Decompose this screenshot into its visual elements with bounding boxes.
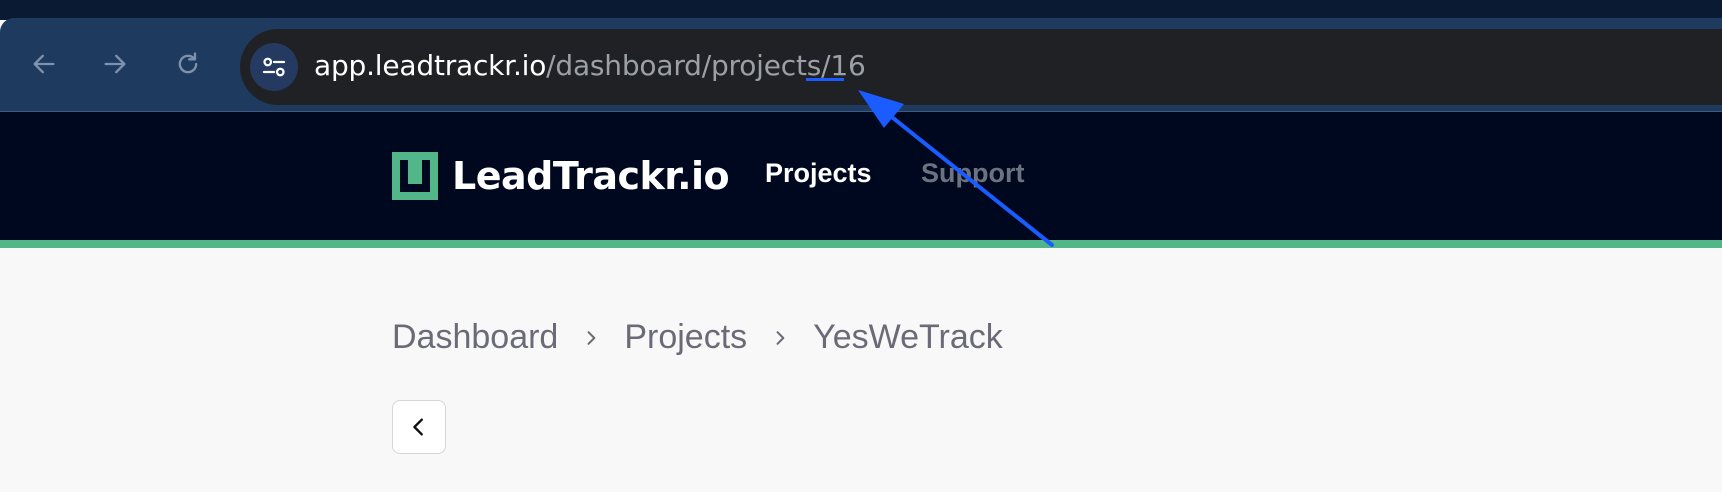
- breadcrumb: Dashboard Projects YesWeTrack: [392, 318, 1003, 357]
- address-bar[interactable]: app.leadtrackr.io/dashboard/projects/16: [240, 29, 1722, 105]
- browser-toolbar: app.leadtrackr.io/dashboard/projects/16: [0, 18, 1722, 112]
- arrow-right-icon: [104, 54, 126, 74]
- leadtrackr-logo-icon: [392, 152, 438, 200]
- forward-nav-button[interactable]: [97, 46, 133, 82]
- reload-button[interactable]: [170, 46, 206, 82]
- back-button[interactable]: [392, 400, 446, 454]
- chevron-right-icon: [747, 328, 813, 348]
- app-header: LeadTrackr.io Projects Support: [0, 112, 1722, 240]
- breadcrumb-projects[interactable]: Projects: [624, 318, 747, 357]
- back-nav-button[interactable]: [26, 46, 62, 82]
- browser-top-strip: [0, 0, 1722, 20]
- brand-logo[interactable]: LeadTrackr.io: [392, 152, 730, 200]
- url-text[interactable]: app.leadtrackr.io/dashboard/projects/16: [314, 46, 866, 86]
- nav-support[interactable]: Support: [921, 158, 1024, 189]
- breadcrumb-current: YesWeTrack: [813, 318, 1003, 356]
- chevron-left-icon: [413, 418, 423, 436]
- chevron-right-icon: [558, 328, 624, 348]
- url-path: /dashboard/projects/: [546, 49, 831, 82]
- page: app.leadtrackr.io/dashboard/projects/16 …: [0, 0, 1722, 492]
- brand-name: LeadTrackr.io: [452, 154, 730, 198]
- url-host: app.leadtrackr.io: [314, 49, 547, 82]
- reload-icon: [178, 52, 198, 74]
- breadcrumb-dashboard[interactable]: Dashboard: [392, 318, 558, 357]
- nav-projects[interactable]: Projects: [765, 158, 872, 189]
- header-accent-bar: [0, 240, 1722, 248]
- tune-icon: [262, 57, 286, 77]
- site-settings-button[interactable]: [250, 43, 298, 91]
- arrow-left-icon: [33, 54, 55, 74]
- annotation-underline: [806, 78, 844, 81]
